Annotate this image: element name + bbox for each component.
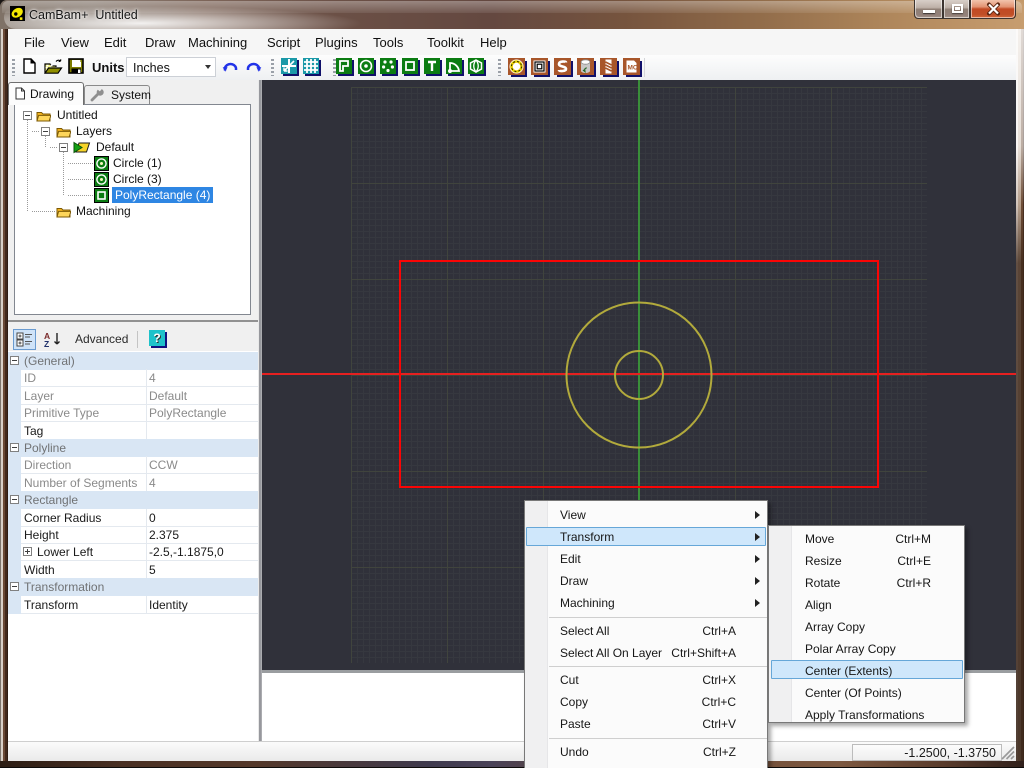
svg-text:MC: MC [628, 65, 638, 72]
svg-text:Z: Z [44, 339, 49, 348]
